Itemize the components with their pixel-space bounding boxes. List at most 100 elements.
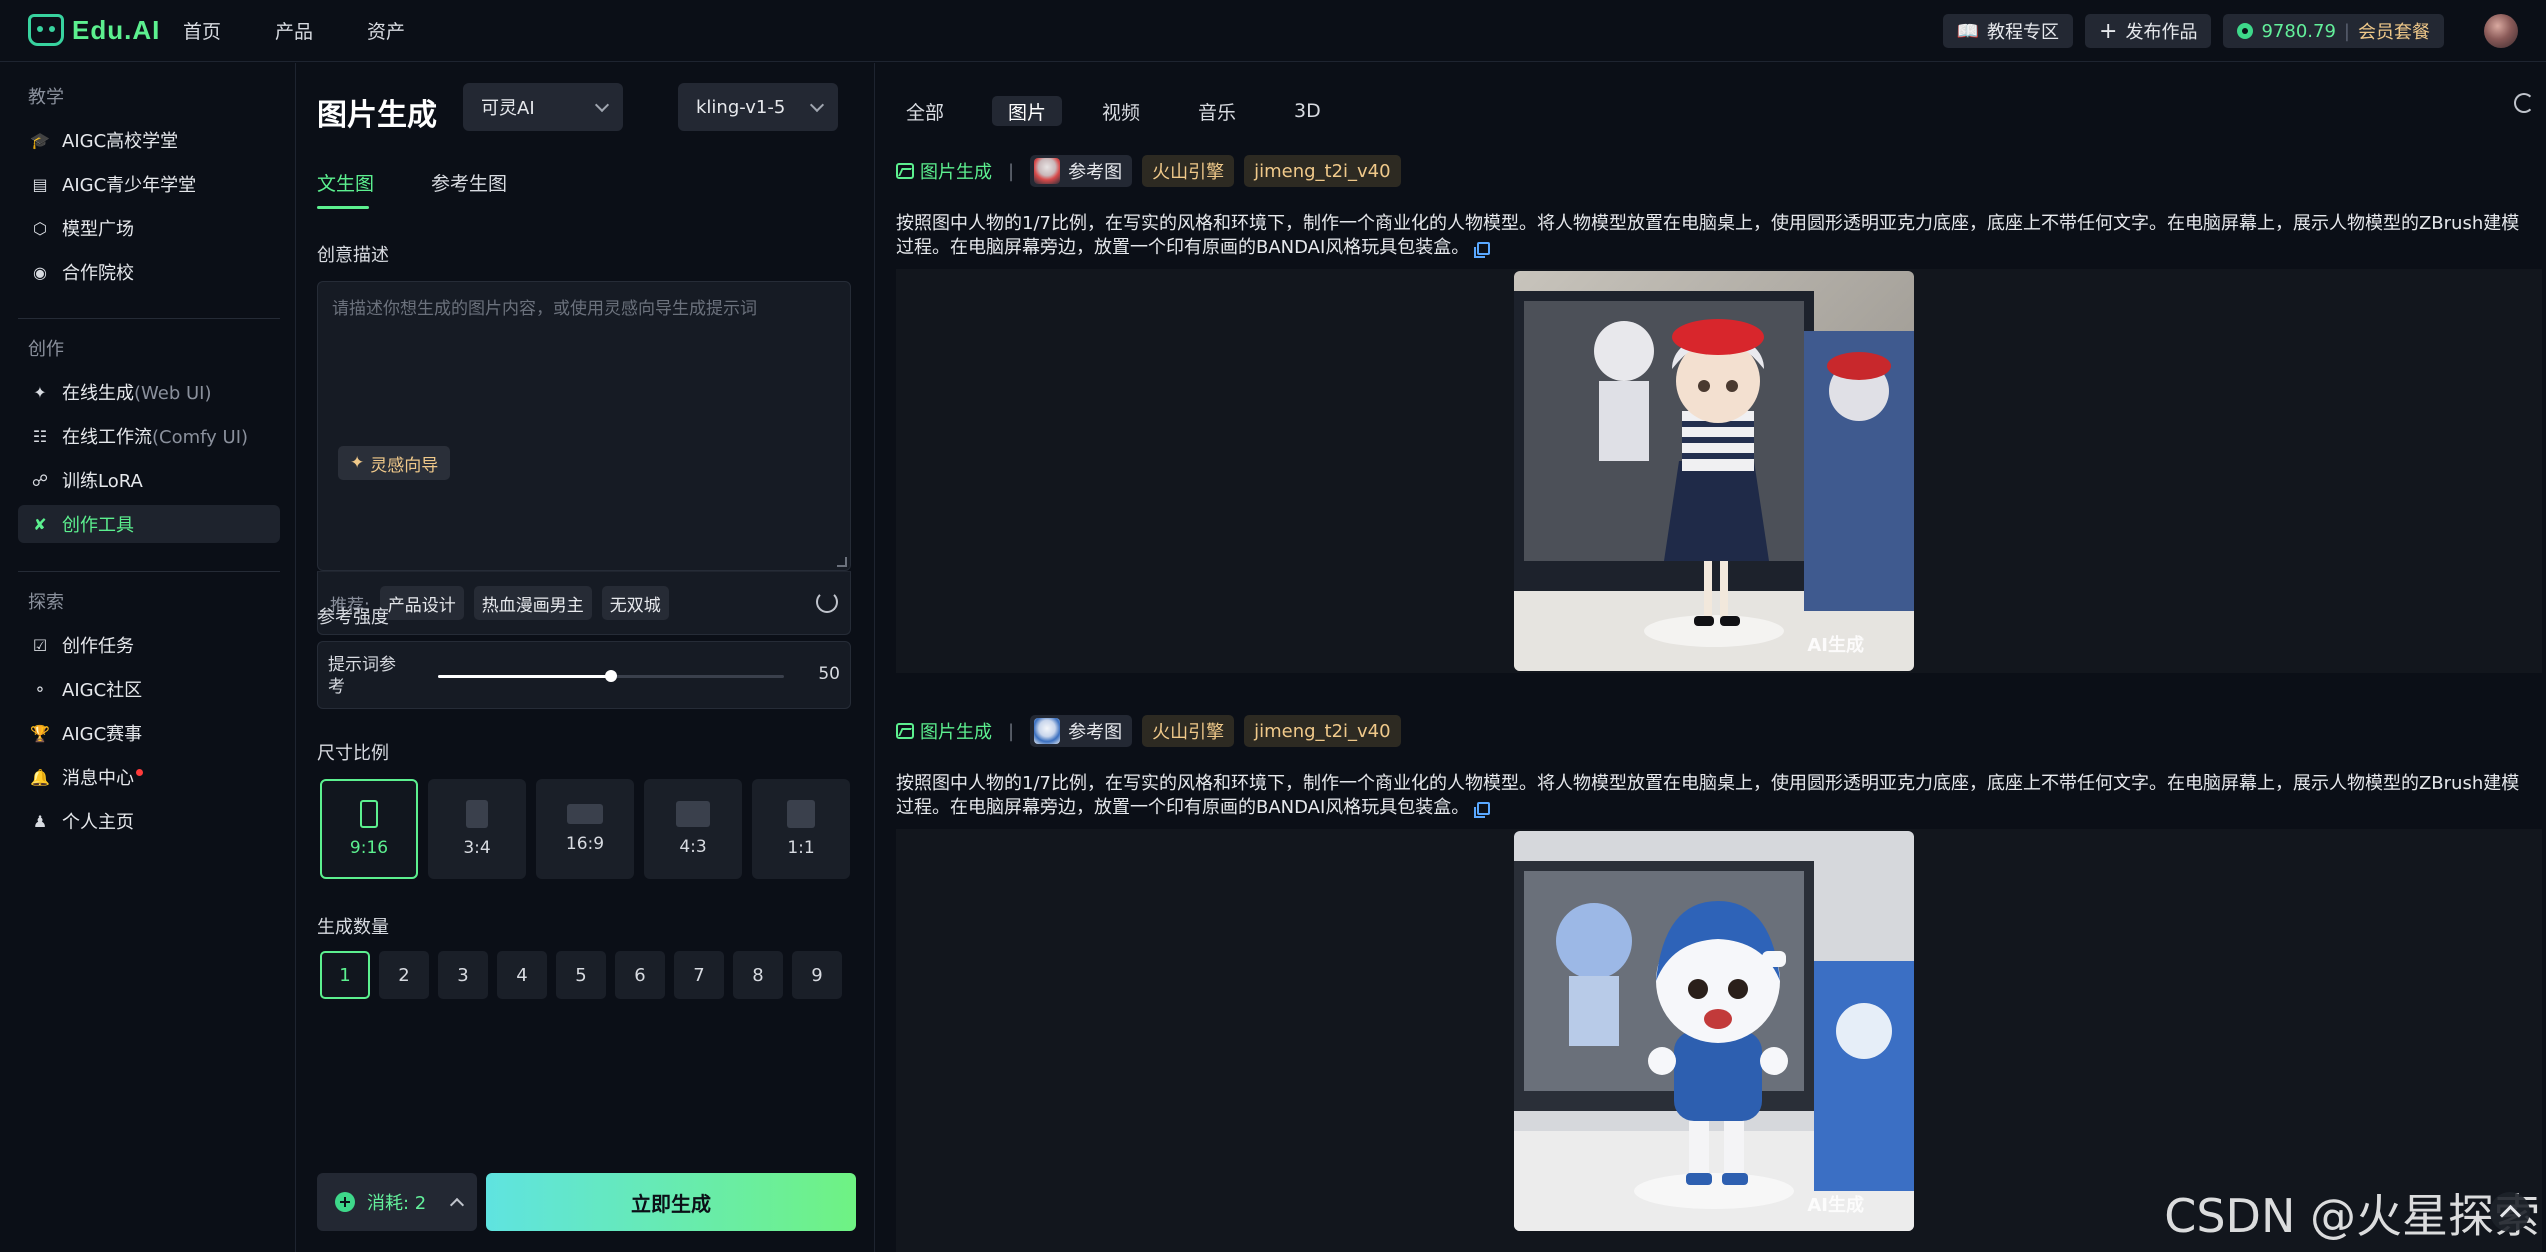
recommend-chip[interactable]: 产品设计 xyxy=(379,586,464,620)
refresh-icon[interactable] xyxy=(2514,93,2534,113)
ratio-option-9-16[interactable]: 9:16 xyxy=(320,779,418,879)
sidebar-item-aigc-community[interactable]: ⚬ AIGC社区 xyxy=(18,670,280,708)
sidebar-item-aigc-youth[interactable]: ▤ AIGC青少年学堂 xyxy=(18,165,280,203)
quantity-option[interactable]: 8 xyxy=(733,951,783,999)
result-header: 图片生成 | 参考图 火山引擎 jimeng_t2i_v40 xyxy=(896,714,1401,748)
refresh-icon[interactable] xyxy=(816,591,838,613)
sidebar-item-online-workflow[interactable]: ☷ 在线工作流(Comfy UI) xyxy=(18,417,280,455)
filter-tab-image[interactable]: 图片 xyxy=(992,96,1063,126)
nav-assets[interactable]: 资产 xyxy=(367,17,405,44)
avatar[interactable] xyxy=(2484,14,2518,48)
strength-slider-track[interactable] xyxy=(438,670,784,682)
quantity-option[interactable]: 4 xyxy=(497,951,547,999)
result-type-label: 图片生成 xyxy=(920,722,992,743)
result-header: 图片生成 | 参考图 火山引擎 jimeng_t2i_v40 xyxy=(896,154,1401,188)
member-plan-label: 会员套餐 xyxy=(2358,22,2430,43)
landscape-shape-icon xyxy=(676,801,710,827)
back-to-top-button[interactable] xyxy=(2490,1192,2530,1232)
clipboard-icon: ☑ xyxy=(32,635,48,655)
nav-products[interactable]: 产品 xyxy=(275,17,313,44)
trophy-icon: 🏆 xyxy=(30,723,50,743)
sidebar-item-label: AIGC赛事 xyxy=(62,724,143,745)
provider-select[interactable]: 可灵AI xyxy=(463,83,623,131)
generated-figure-illustration xyxy=(1514,271,1914,671)
slider-label: 提示词参考 xyxy=(328,655,396,697)
strength-slider-handle[interactable] xyxy=(605,670,617,682)
quantity-option[interactable]: 6 xyxy=(615,951,665,999)
reference-image-chip[interactable]: 参考图 xyxy=(1030,715,1133,747)
sidebar-item-creative-tasks[interactable]: ☑ 创作任务 xyxy=(18,626,280,664)
quantity-label: 生成数量 xyxy=(317,917,389,938)
square-shape-icon xyxy=(787,800,815,828)
reference-thumbnail xyxy=(1034,158,1061,184)
ratio-option-3-4[interactable]: 3:4 xyxy=(428,779,526,879)
result-type-label: 图片生成 xyxy=(920,162,992,183)
ratio-label: 尺寸比例 xyxy=(317,743,389,764)
filter-tab-all[interactable]: 全部 xyxy=(890,96,960,126)
sidebar-item-creative-tools[interactable]: ✘ 创作工具 xyxy=(18,505,280,543)
resize-handle-icon[interactable] xyxy=(837,557,847,567)
chevron-down-icon xyxy=(809,97,825,112)
recommend-chip[interactable]: 热血漫画男主 xyxy=(473,586,592,620)
publish-label: 发布作品 xyxy=(2125,22,2198,43)
quantity-option[interactable]: 2 xyxy=(379,951,429,999)
ratio-option-16-9[interactable]: 16:9 xyxy=(536,779,634,879)
sidebar-item-train-lora[interactable]: ☍ 训练LoRA xyxy=(18,461,280,499)
location-pin-icon: ◉ xyxy=(33,262,47,282)
graduation-cap-icon: 🎓 xyxy=(30,130,50,150)
copy-icon[interactable] xyxy=(1474,801,1491,818)
quantity-option[interactable]: 5 xyxy=(556,951,606,999)
reference-image-chip[interactable]: 参考图 xyxy=(1030,155,1133,187)
quantity-option[interactable]: 9 xyxy=(792,951,842,999)
ratio-label-text: 9:16 xyxy=(349,838,389,858)
tab-text-to-image[interactable]: 文生图 xyxy=(317,169,374,196)
filter-tab-3d[interactable]: 3D xyxy=(1278,96,1337,126)
generated-image[interactable]: AI生成 xyxy=(1514,271,1914,671)
credits-button[interactable]: 9780.79 | 会员套餐 xyxy=(2223,14,2444,48)
sidebar-item-model-plaza[interactable]: ⬡ 模型广场 xyxy=(18,209,280,247)
model-icon: ☍ xyxy=(31,470,49,490)
tab-reference-image[interactable]: 参考生图 xyxy=(431,169,507,196)
tutorial-button[interactable]: 📖 教程专区 xyxy=(1942,14,2074,48)
recommendation-bar: 推荐: 产品设计 热血漫画男主 无双城 xyxy=(317,571,851,635)
reference-label: 参考图 xyxy=(1068,722,1123,743)
sidebar-item-aigc-college[interactable]: 🎓 AIGC高校学堂 xyxy=(18,121,280,159)
copy-icon[interactable] xyxy=(1474,241,1491,258)
model-select[interactable]: kling-v1-5 xyxy=(678,83,838,131)
reference-label: 参考图 xyxy=(1068,162,1123,183)
sidebar-item-aigc-contest[interactable]: 🏆 AIGC赛事 xyxy=(18,714,280,752)
inspiration-guide-label: 灵感向导 xyxy=(370,455,439,476)
sparkle-icon: ✦ xyxy=(33,382,47,402)
sidebar-item-profile[interactable]: ♟ 个人主页 xyxy=(18,802,280,840)
sidebar-item-online-generate[interactable]: ✦ 在线生成(Web UI) xyxy=(18,373,280,411)
csdn-watermark: CSDN @火星探索 xyxy=(2164,1189,2540,1243)
result-image-container: AI生成 xyxy=(896,269,2542,673)
nav-home[interactable]: 首页 xyxy=(183,17,221,44)
credits-value: 9780.79 xyxy=(2261,20,2336,42)
sidebar-item-label: AIGC高校学堂 xyxy=(62,131,179,152)
portrait-shape-icon xyxy=(360,800,378,828)
sidebar-item-message-center[interactable]: 🔔 消息中心 xyxy=(18,758,280,796)
quantity-option[interactable]: 3 xyxy=(438,951,488,999)
quantity-option[interactable]: 1 xyxy=(320,951,370,999)
cost-button[interactable]: 消耗: 2 xyxy=(317,1173,477,1231)
quantity-option[interactable]: 7 xyxy=(674,951,724,999)
landscape-shape-icon xyxy=(567,804,603,824)
publish-button[interactable]: + 发布作品 xyxy=(2085,14,2212,48)
planet-icon: ⚬ xyxy=(33,679,47,699)
ratio-option-4-3[interactable]: 4:3 xyxy=(644,779,742,879)
recommend-chip[interactable]: 无双城 xyxy=(601,586,669,620)
inspiration-guide-button[interactable]: ✦ 灵感向导 xyxy=(338,446,451,480)
generated-image[interactable]: AI生成 xyxy=(1514,831,1914,1231)
generate-button[interactable]: 立即生成 xyxy=(486,1173,856,1231)
reference-thumbnail xyxy=(1034,718,1061,744)
logo[interactable]: Edu.AI xyxy=(28,12,160,48)
sidebar-item-partner-schools[interactable]: ◉ 合作院校 xyxy=(18,253,280,291)
user-icon: ♟ xyxy=(32,811,48,831)
filter-tab-music[interactable]: 音乐 xyxy=(1182,96,1252,126)
filter-tab-video[interactable]: 视频 xyxy=(1086,96,1156,126)
portrait-shape-icon xyxy=(466,800,488,828)
prompt-textarea[interactable]: 请描述你想生成的图片内容，或使用灵感向导生成提示词 ✦ 灵感向导 xyxy=(317,281,851,571)
provider-value: 可灵AI xyxy=(481,98,535,119)
ratio-option-1-1[interactable]: 1:1 xyxy=(752,779,850,879)
